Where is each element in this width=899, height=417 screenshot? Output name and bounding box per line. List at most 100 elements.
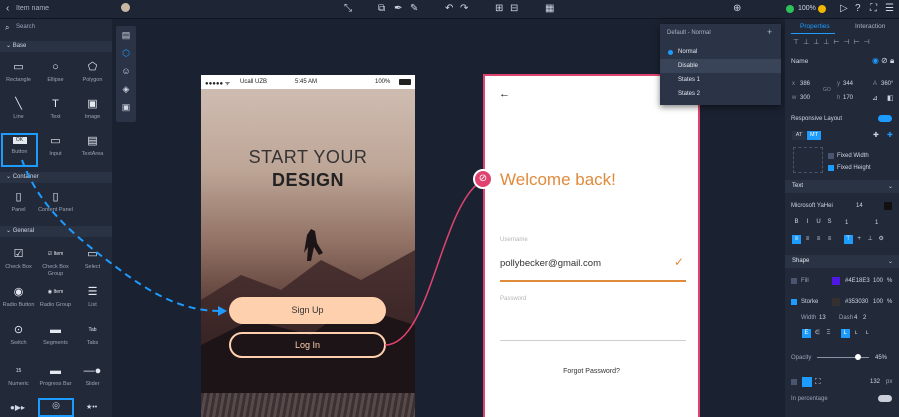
strike-button[interactable]: S — [825, 218, 834, 227]
mirror-icon[interactable]: ◧ — [887, 94, 894, 102]
valign-bottom-icon[interactable]: ⊥ — [866, 235, 875, 244]
stroke-checkbox[interactable] — [791, 299, 797, 305]
stroke-hex-input[interactable]: #353030 — [845, 299, 868, 305]
state-option-label: Normal — [678, 49, 698, 55]
stroke-opacity-input[interactable]: 100 — [873, 299, 883, 305]
state-option-normal[interactable]: Normal — [660, 45, 781, 59]
shape-section-title: Shape — [792, 258, 810, 264]
radius-all-icon[interactable] — [802, 377, 812, 387]
align-left-icon[interactable]: ≡ — [792, 235, 801, 244]
text-section-title: Text — [792, 183, 804, 189]
stroke-label: Storke — [801, 299, 819, 305]
stroke-center-icon[interactable]: ∈ — [813, 329, 822, 338]
in-percentage-label: In percentage — [791, 396, 828, 402]
y-label: y — [837, 81, 840, 87]
align-right-icon[interactable]: ≡ — [814, 235, 823, 244]
stroke-swatch[interactable] — [832, 298, 840, 306]
pin-icon[interactable]: ✚ — [873, 131, 879, 139]
angle-input[interactable]: 360° — [881, 81, 893, 87]
tab-properties[interactable]: Properties — [800, 23, 830, 30]
fill-opacity-input[interactable]: 100 — [873, 278, 883, 284]
link-ratio-icon[interactable]: GO — [823, 87, 831, 93]
text-align-row: ≡ ≡ ≡ ≡ ⊤ + ⊥ ⚙ — [785, 235, 899, 244]
fill-swatch[interactable] — [832, 277, 840, 285]
letter-spacing-input[interactable]: 1 — [845, 220, 848, 226]
shape-section-header[interactable]: Shape — [785, 255, 899, 268]
lock-icon[interactable]: 🔒︎ — [890, 56, 894, 66]
fill-label: Fill — [801, 278, 809, 284]
stroke-solid-icon[interactable]: E — [802, 329, 811, 338]
constraint-box[interactable] — [793, 147, 823, 173]
fill-hex-input[interactable]: #4E18E3 — [845, 278, 870, 284]
text-section-header[interactable]: Text — [785, 180, 899, 193]
dash-b-input[interactable]: 2 — [863, 315, 866, 321]
valign-top-icon[interactable]: ⊤ — [843, 235, 853, 244]
shape-collapse-icon[interactable]: ⌄ — [888, 258, 893, 265]
properties-panel: Properties Interaction ⊤⊥⊥⊥⊢⊣⊢⊣ Name ◉ ⊘… — [785, 19, 899, 417]
fixed-height-checkbox[interactable] — [828, 165, 834, 171]
add-state-icon[interactable]: + — [767, 27, 772, 37]
italic-button[interactable]: I — [803, 218, 812, 227]
bold-button[interactable]: B — [792, 218, 801, 227]
state-option-states-2[interactable]: States 2 — [660, 87, 781, 101]
radius-checkbox[interactable] — [791, 379, 797, 385]
dash-a-input[interactable]: 4 — [854, 315, 857, 321]
active-tab-indicator — [791, 33, 835, 34]
radius-individual-icon[interactable]: ⛶ — [815, 377, 821, 387]
responsive-toggle[interactable] — [878, 115, 892, 122]
w-label: w — [792, 95, 797, 101]
dash-label: Dash — [839, 315, 854, 321]
stroke-width-input[interactable]: 13 — [819, 315, 826, 321]
line-spacing-input[interactable]: 1 — [875, 220, 878, 226]
state-option-label: States 1 — [678, 77, 701, 83]
justify-icon[interactable]: ≡ — [825, 235, 834, 244]
corner-square-icon[interactable]: L — [840, 329, 850, 338]
flip-icon[interactable]: ⊿ — [872, 94, 878, 102]
stroke-style-row: E ∈ Ξ Lʟʟ — [785, 329, 899, 338]
h-input[interactable]: 170 — [843, 95, 853, 101]
opacity-slider[interactable] — [817, 357, 869, 358]
font-select[interactable]: Microsoft YaHei — [791, 203, 833, 209]
mt-button[interactable]: MT — [807, 131, 821, 140]
state-option-disable[interactable]: Disable — [660, 59, 781, 73]
x-input[interactable]: 386 — [800, 81, 810, 87]
state-option-label: Disable — [678, 63, 699, 69]
angle-icon: A — [873, 81, 878, 87]
selected-radio-icon — [668, 50, 673, 55]
w-input[interactable]: 300 — [800, 95, 810, 101]
fill-checkbox[interactable] — [791, 278, 797, 284]
state-option-states-1[interactable]: States 1 — [660, 73, 781, 87]
fixed-width-checkbox[interactable] — [828, 153, 834, 159]
state-dropdown[interactable]: Default - Normal + Normal Disable States… — [660, 24, 781, 105]
in-percentage-toggle[interactable] — [878, 395, 892, 402]
radius-unit: px — [886, 379, 893, 385]
radius-input[interactable]: 132 — [870, 379, 880, 385]
state-dropdown-title: Default - Normal — [667, 30, 711, 36]
y-input[interactable]: 344 — [843, 81, 853, 87]
font-size-select[interactable]: 14 — [856, 203, 863, 209]
text-color-swatch[interactable] — [884, 202, 892, 210]
align-center-icon[interactable]: ≡ — [803, 235, 812, 244]
text-settings-icon[interactable]: ⚙ — [877, 235, 886, 244]
tab-interaction[interactable]: Interaction — [855, 23, 885, 30]
opacity-slider-handle[interactable] — [855, 354, 861, 360]
stroke-width-label: Width — [801, 315, 817, 321]
align-toolbar[interactable]: ⊤⊥⊥⊥⊢⊣⊢⊣ — [785, 38, 899, 46]
corner-bevel-icon[interactable]: ʟ — [863, 329, 872, 338]
stroke-outside-icon[interactable]: Ξ — [824, 329, 833, 338]
underline-button[interactable]: U — [814, 218, 823, 227]
fixed-height-label: Fixed Height — [837, 165, 871, 171]
x-label: x — [792, 81, 795, 87]
responsive-layout-label: Responsive Layout — [791, 116, 843, 122]
anchor-icon[interactable]: ✚ — [887, 131, 893, 139]
link-icon[interactable]: ⊘ — [473, 169, 493, 189]
fill-percent-sign: % — [887, 278, 893, 284]
disable-icon[interactable]: ⊘ — [881, 56, 888, 65]
at-button[interactable]: AT — [792, 131, 806, 140]
visibility-icon[interactable]: ◉ — [872, 56, 879, 65]
name-label: Name — [791, 58, 809, 65]
corner-round-icon[interactable]: ʟ — [852, 329, 861, 338]
valign-middle-icon[interactable]: + — [855, 235, 864, 244]
opacity-value[interactable]: 45% — [875, 355, 887, 361]
text-collapse-icon[interactable]: ⌄ — [888, 183, 893, 190]
